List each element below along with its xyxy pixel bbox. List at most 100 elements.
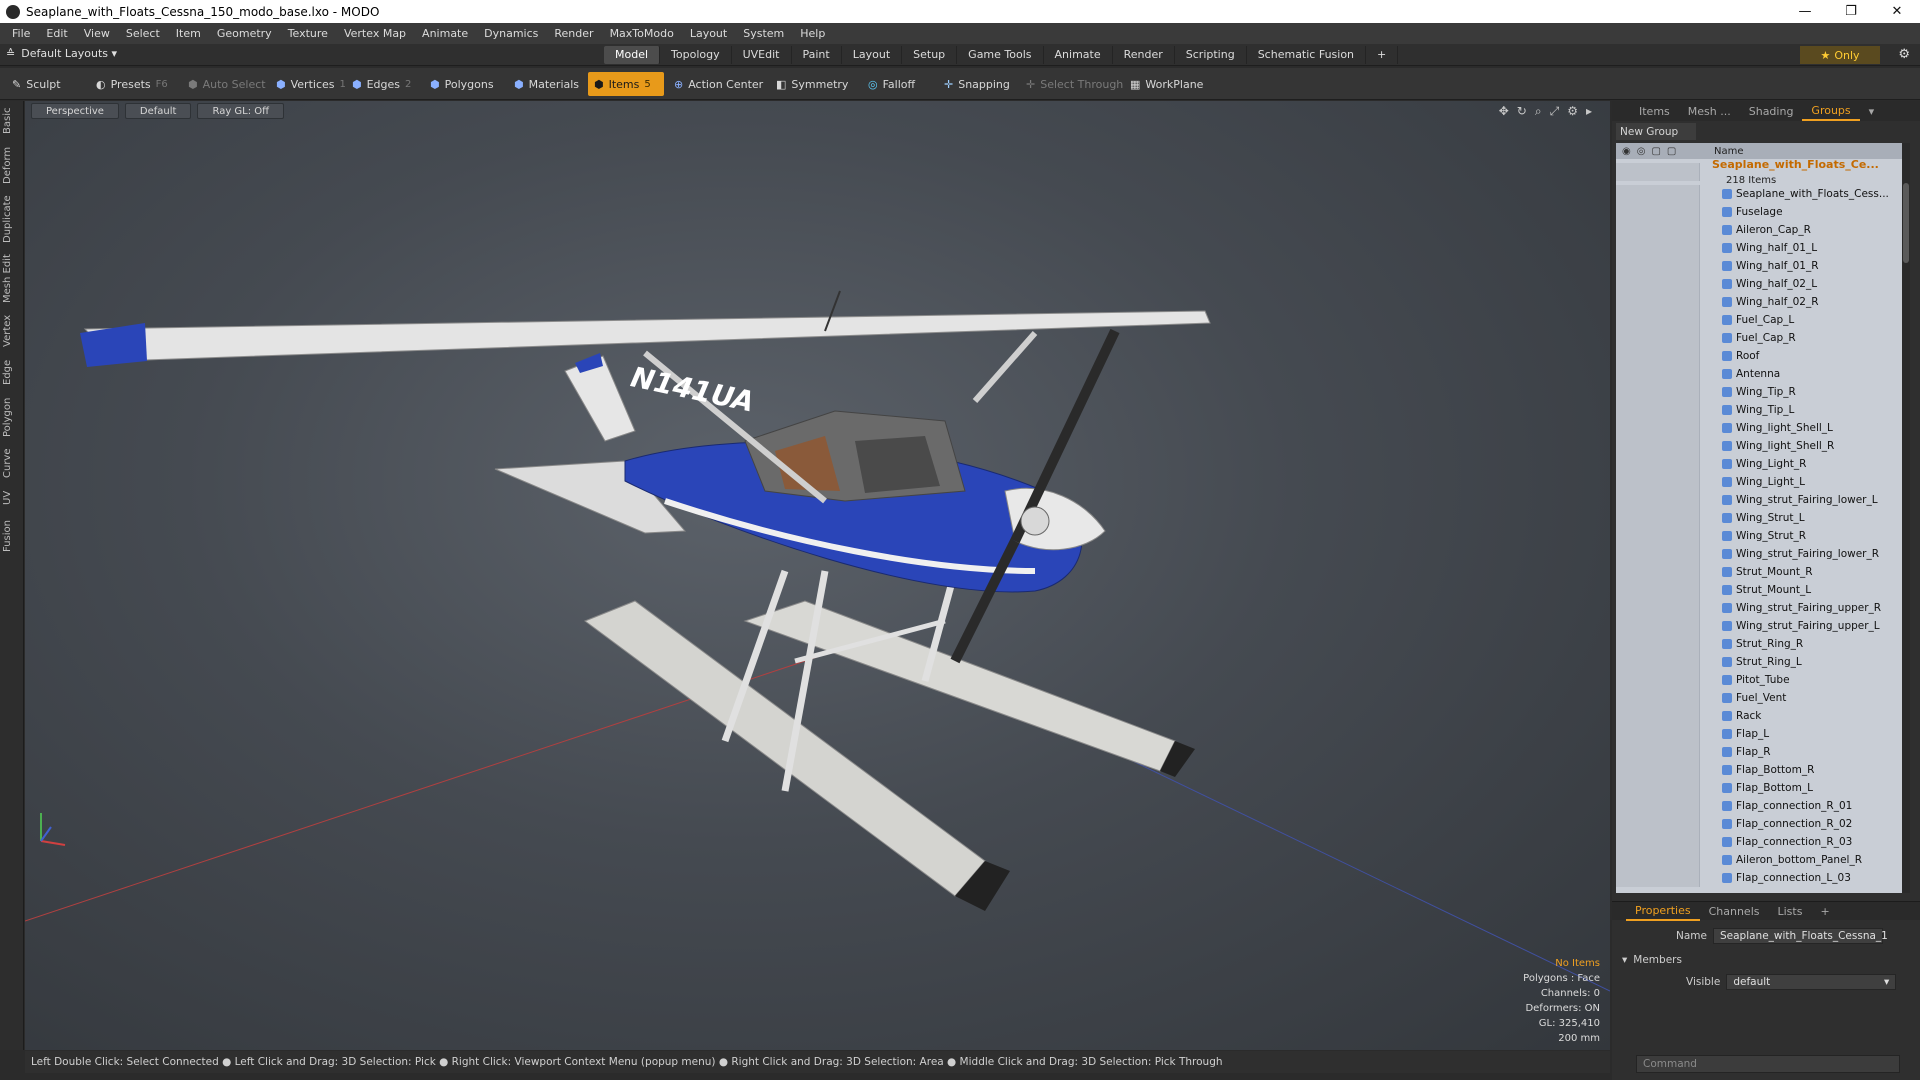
symmetry-button[interactable]: ◧ Symmetry <box>770 72 854 96</box>
tree-row[interactable]: Flap_connection_L_03 <box>1616 869 1902 887</box>
tree-row-gutter[interactable] <box>1616 401 1700 419</box>
tree-row[interactable]: Aileron_bottom_Panel_R <box>1616 851 1902 869</box>
tree-row[interactable]: Wing_half_01_L <box>1616 239 1902 257</box>
tree-row-gutter[interactable] <box>1616 347 1700 365</box>
tab-shading[interactable]: Shading <box>1740 101 1803 121</box>
tree-row-gutter[interactable] <box>1616 311 1700 329</box>
tree-row[interactable]: Strut_Mount_L <box>1616 581 1902 599</box>
lock-icon[interactable]: ▢ <box>1651 146 1660 157</box>
tree-row-gutter[interactable] <box>1616 221 1700 239</box>
tree-row-gutter[interactable] <box>1616 815 1700 833</box>
tab-model[interactable]: Model <box>604 46 661 64</box>
tree-row[interactable]: Roof <box>1616 347 1902 365</box>
vtab-basic[interactable]: Basic <box>2 105 22 137</box>
tree-row[interactable]: Wing_Tip_R <box>1616 383 1902 401</box>
vertices-button[interactable]: ⬢ Vertices 1 <box>270 72 352 96</box>
tree-row[interactable]: Wing_light_Shell_R <box>1616 437 1902 455</box>
tree-row[interactable]: Wing_light_Shell_L <box>1616 419 1902 437</box>
eye-icon[interactable]: ◉ <box>1622 146 1631 157</box>
tab-paint[interactable]: Paint <box>792 46 842 64</box>
tree-row[interactable]: Wing_strut_Fairing_upper_L <box>1616 617 1902 635</box>
tree-row[interactable]: Flap_connection_R_01 <box>1616 797 1902 815</box>
tree-row[interactable]: Wing_Strut_R <box>1616 527 1902 545</box>
fit-icon[interactable]: ⤢ <box>1550 104 1560 119</box>
menu-edit[interactable]: Edit <box>38 27 75 40</box>
menu-file[interactable]: File <box>4 27 38 40</box>
tree-row[interactable]: Flap_connection_R_02 <box>1616 815 1902 833</box>
view-mode-button[interactable]: Perspective <box>31 103 119 119</box>
tab-setup[interactable]: Setup <box>902 46 958 64</box>
menu-geometry[interactable]: Geometry <box>209 27 280 40</box>
tab-topology[interactable]: Topology <box>660 46 732 64</box>
tree-row-gutter[interactable] <box>1616 365 1700 383</box>
tree-row-gutter[interactable] <box>1616 635 1700 653</box>
tree-row[interactable]: Wing_Light_L <box>1616 473 1902 491</box>
tab-animate[interactable]: Animate <box>1044 46 1113 64</box>
tree-row[interactable]: Wing_Light_R <box>1616 455 1902 473</box>
vtab-uv[interactable]: UV <box>2 487 22 509</box>
tree-row-gutter[interactable] <box>1616 275 1700 293</box>
tree-row[interactable]: Fuel_Cap_R <box>1616 329 1902 347</box>
viewport-menu-icon[interactable]: ▸ <box>1586 104 1592 119</box>
tree-row[interactable]: Seaplane_with_Floats_Cess... <box>1616 185 1902 203</box>
layout-toggle-icon[interactable]: ≙ <box>6 47 15 60</box>
tree-row-gutter[interactable] <box>1616 473 1700 491</box>
vtab-polygon[interactable]: Polygon <box>2 395 22 439</box>
command-input[interactable]: Command <box>1636 1055 1900 1073</box>
select-through-button[interactable]: ✛ Select Through <box>1020 72 1129 96</box>
vtab-fusion[interactable]: Fusion <box>2 517 22 555</box>
tree-row-gutter[interactable] <box>1616 419 1700 437</box>
new-group-button[interactable]: New Group <box>1616 123 1696 140</box>
3d-viewport[interactable]: N141UA Perspective Default Ray GL: Off ✥… <box>25 101 1610 1050</box>
tree-row[interactable]: Wing_strut_Fairing_upper_R <box>1616 599 1902 617</box>
menu-view[interactable]: View <box>76 27 118 40</box>
tree-row-gutter[interactable] <box>1616 563 1700 581</box>
menu-render[interactable]: Render <box>546 27 601 40</box>
menu-animate[interactable]: Animate <box>414 27 476 40</box>
tree-row-gutter[interactable] <box>1616 509 1700 527</box>
close-button[interactable]: ✕ <box>1874 0 1920 23</box>
tree-row-gutter[interactable] <box>1616 725 1700 743</box>
menu-layout[interactable]: Layout <box>682 27 735 40</box>
tree-row-gutter[interactable] <box>1616 689 1700 707</box>
add-properties-tab[interactable]: + <box>1811 901 1838 921</box>
tree-row[interactable]: Pitot_Tube <box>1616 671 1902 689</box>
minimize-button[interactable]: — <box>1782 0 1828 23</box>
menu-maxtomodo[interactable]: MaxToModo <box>602 27 682 40</box>
menu-texture[interactable]: Texture <box>280 27 336 40</box>
name-field[interactable]: Seaplane_with_Floats_Cessna_1 <box>1712 928 1888 944</box>
tab-uvedit[interactable]: UVEdit <box>732 46 792 64</box>
add-tab-button[interactable]: + <box>1366 46 1399 64</box>
edges-button[interactable]: ⬢ Edges 2 <box>346 72 417 96</box>
tab-channels[interactable]: Channels <box>1700 901 1769 921</box>
menu-dynamics[interactable]: Dynamics <box>476 27 546 40</box>
tree-row[interactable]: Flap_L <box>1616 725 1902 743</box>
items-button[interactable]: ⬢ Items 5 <box>588 72 664 96</box>
scrollbar-thumb[interactable] <box>1903 183 1909 263</box>
tree-row-gutter[interactable] <box>1616 491 1700 509</box>
tree-row[interactable]: Strut_Ring_R <box>1616 635 1902 653</box>
tree-row-gutter[interactable] <box>1616 599 1700 617</box>
visible-select[interactable]: default ▾ <box>1726 974 1897 990</box>
tab-layout[interactable]: Layout <box>842 46 903 64</box>
tree-row[interactable]: Aileron_Cap_R <box>1616 221 1902 239</box>
tree-row[interactable]: Wing_half_02_L <box>1616 275 1902 293</box>
tree-row[interactable]: Fuel_Cap_L <box>1616 311 1902 329</box>
tree-row[interactable]: Wing_Tip_L <box>1616 401 1902 419</box>
tab-scripting[interactable]: Scripting <box>1175 46 1247 64</box>
tree-row-gutter[interactable] <box>1616 545 1700 563</box>
tree-row-gutter[interactable] <box>1616 851 1700 869</box>
tree-row-gutter[interactable] <box>1616 383 1700 401</box>
tree-row-gutter[interactable] <box>1616 185 1700 203</box>
layout-selector[interactable]: ≙ Default Layouts ▾ <box>6 47 117 60</box>
tree-row-gutter[interactable] <box>1616 797 1700 815</box>
tree-row-gutter[interactable] <box>1616 203 1700 221</box>
tree-row[interactable]: Flap_Bottom_R <box>1616 761 1902 779</box>
tree-row-gutter[interactable] <box>1616 527 1700 545</box>
tree-row-gutter[interactable] <box>1616 257 1700 275</box>
menu-help[interactable]: Help <box>792 27 833 40</box>
vtab-duplicate[interactable]: Duplicate <box>2 193 22 245</box>
auto-select-button[interactable]: ⬢ Auto Select <box>182 72 272 96</box>
only-toggle-button[interactable]: ★ Only <box>1800 46 1880 64</box>
falloff-button[interactable]: ◎ Falloff <box>862 72 921 96</box>
